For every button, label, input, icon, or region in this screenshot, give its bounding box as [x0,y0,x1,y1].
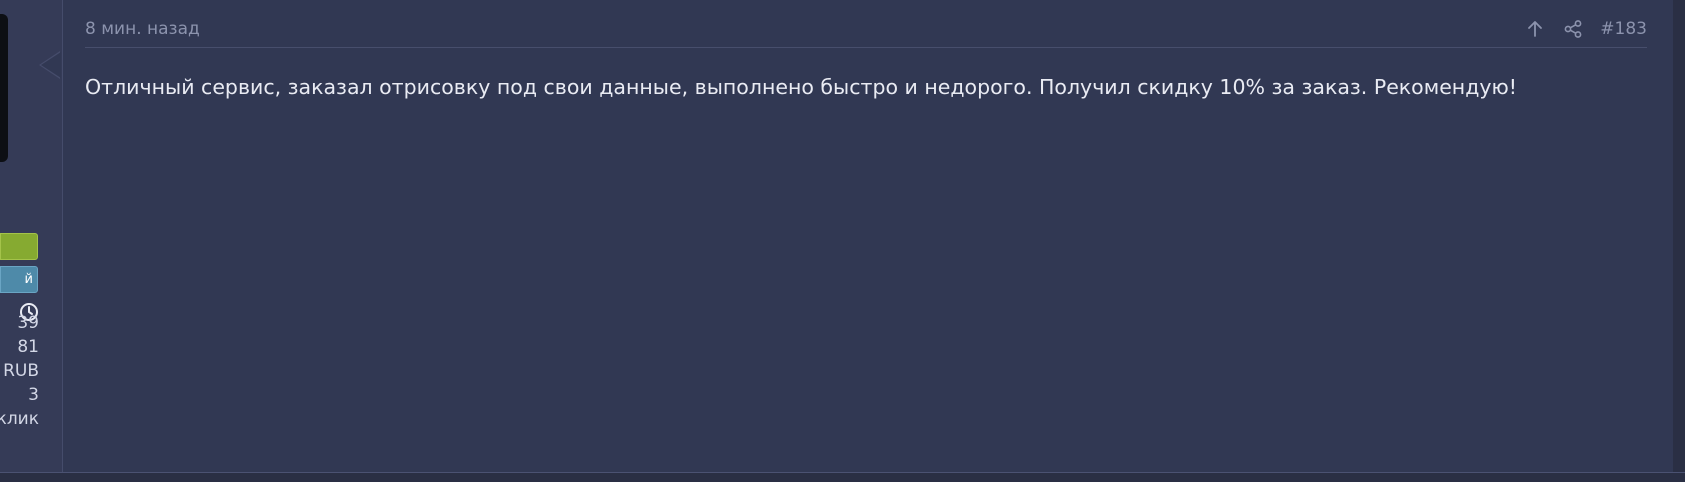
user-stat-5: клик [0,409,39,429]
user-stat-3: RUB [3,361,39,381]
user-banner-secondary: й [0,266,38,293]
user-banner-primary [0,233,38,260]
user-stat-2: 81 [17,337,39,357]
post-pointer [41,52,61,78]
user-stat-1: 39 [17,313,39,333]
post-number-link[interactable]: #183 [1600,16,1647,42]
avatar[interactable] [0,14,8,162]
page-edge [1673,0,1685,481]
post-body [63,0,1673,472]
post-timestamp[interactable]: 8 мин. назад [85,16,200,42]
share-icon[interactable] [1562,18,1584,40]
arrow-up-icon[interactable] [1524,18,1546,40]
post-message: Отличный сервис, заказал отрисовку под с… [85,75,1517,99]
post-header: 8 мин. назад #183 [85,16,1647,48]
post-actions: #183 [1524,16,1647,42]
user-stat-4: 3 [28,385,39,405]
